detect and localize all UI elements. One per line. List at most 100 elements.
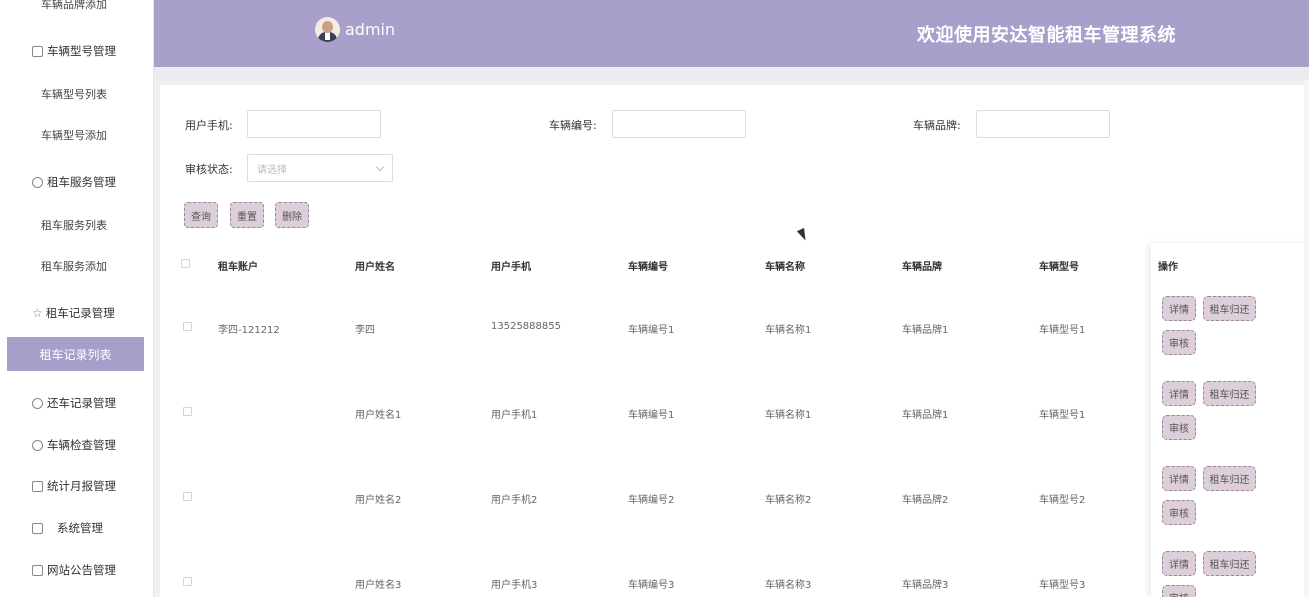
table-cell: 用户姓名2 <box>355 495 402 506</box>
return-button[interactable]: 租车归还 <box>1203 381 1256 406</box>
brand-input[interactable] <box>976 110 1110 138</box>
sidebar-group-label: 网站公告管理 <box>47 563 116 577</box>
row-checkbox[interactable] <box>183 407 192 416</box>
sidebar-group-label: 统计月报管理 <box>47 479 116 493</box>
table-cell: 车辆名称2 <box>765 495 812 506</box>
sidebar-group-notice[interactable]: 网站公告管理 <box>0 562 148 578</box>
status-label: 审核状态: <box>185 163 233 176</box>
status-select[interactable]: 请选择 <box>247 154 393 182</box>
sidebar-group-record[interactable]: ☆ 租车记录管理 <box>0 305 148 321</box>
car-no-input[interactable] <box>612 110 746 138</box>
sidebar: 车辆品牌添加 车辆型号管理 车辆型号列表 车辆型号添加 租车服务管理 租车服务列… <box>0 0 154 597</box>
audit-button[interactable]: 审核 <box>1162 585 1196 597</box>
table-cell: 车辆编号1 <box>628 410 675 421</box>
table-cell: 13525888855 <box>491 321 561 332</box>
audit-button[interactable]: 审核 <box>1162 415 1196 440</box>
table-cell: 车辆型号2 <box>1039 495 1086 506</box>
sidebar-group-inspect[interactable]: 车辆检查管理 <box>0 437 148 453</box>
select-all-checkbox[interactable] <box>181 259 190 268</box>
page-title: 欢迎使用安达智能租车管理系统 <box>917 25 1176 46</box>
col-header-brand: 车辆品牌 <box>902 262 942 273</box>
status-placeholder: 请选择 <box>257 164 287 176</box>
detail-button[interactable]: 详情 <box>1162 296 1196 321</box>
top-header: admin 欢迎使用安达智能租车管理系统 <box>154 0 1309 67</box>
sidebar-item-service-add[interactable]: 租车服务添加 <box>0 258 148 274</box>
calendar-check-icon <box>32 480 43 492</box>
table-cell: 车辆名称1 <box>765 410 812 421</box>
table-cell: 车辆型号3 <box>1039 580 1086 591</box>
timer-icon <box>32 439 43 451</box>
sidebar-item-brand-add[interactable]: 车辆品牌添加 <box>0 0 148 12</box>
car-no-label: 车辆编号: <box>549 119 597 132</box>
col-header-model: 车辆型号 <box>1039 262 1079 273</box>
table-cell: 车辆型号1 <box>1039 325 1086 336</box>
table-cell: 用户手机1 <box>491 410 538 421</box>
reset-button[interactable]: 重置 <box>230 202 264 228</box>
detail-button[interactable]: 详情 <box>1162 466 1196 491</box>
return-button[interactable]: 租车归还 <box>1203 466 1256 491</box>
table-cell: 车辆编号3 <box>628 580 675 591</box>
sidebar-group-label: 租车记录管理 <box>45 306 115 320</box>
sidebar-group-model[interactable]: 车辆型号管理 <box>0 43 148 59</box>
sidebar-group-label: 车辆型号管理 <box>47 44 116 58</box>
col-header-car-no: 车辆编号 <box>628 262 668 273</box>
calendar-check-icon <box>32 564 43 576</box>
sidebar-group-service[interactable]: 租车服务管理 <box>0 174 148 190</box>
operation-column: 操作 详情 租车归还 审核 详情 租车归还 审核 详情 租车归还 审核 详情 租… <box>1151 243 1309 597</box>
scrollbar[interactable] <box>1304 80 1309 597</box>
sidebar-group-return[interactable]: 还车记录管理 <box>0 395 148 411</box>
detail-button[interactable]: 详情 <box>1162 551 1196 576</box>
return-button[interactable]: 租车归还 <box>1203 551 1256 576</box>
sidebar-item-service-list[interactable]: 租车服务列表 <box>0 217 148 233</box>
sidebar-group-report[interactable]: 统计月报管理 <box>0 478 148 494</box>
table-cell: 车辆品牌3 <box>902 580 949 591</box>
table-cell: 车辆品牌2 <box>902 495 949 506</box>
trash-icon <box>32 522 43 534</box>
main-panel: 用户手机: 车辆编号: 车辆品牌: 审核状态: 请选择 查询 重置 删除 租车账… <box>160 85 1309 597</box>
pie-icon <box>32 176 43 188</box>
compass-icon <box>32 397 43 409</box>
delete-button[interactable]: 删除 <box>275 202 309 228</box>
table-cell: 车辆名称1 <box>765 325 812 336</box>
phone-input[interactable] <box>247 110 381 138</box>
table-cell: 车辆品牌1 <box>902 325 949 336</box>
table-cell: 用户姓名3 <box>355 580 402 591</box>
username[interactable]: admin <box>345 20 395 39</box>
trash-icon <box>32 45 43 57</box>
table-cell: 用户姓名1 <box>355 410 402 421</box>
row-checkbox[interactable] <box>183 577 192 586</box>
sidebar-item-record-list[interactable]: 租车记录列表 <box>7 337 144 371</box>
table-cell: 车辆编号2 <box>628 495 675 506</box>
table-cell: 用户手机2 <box>491 495 538 506</box>
table-cell: 李四-121212 <box>218 325 280 336</box>
table-cell: 车辆品牌1 <box>902 410 949 421</box>
table-cell: 李四 <box>355 325 375 336</box>
sidebar-item-model-list[interactable]: 车辆型号列表 <box>0 86 148 102</box>
audit-button[interactable]: 审核 <box>1162 500 1196 525</box>
col-header-phone: 用户手机 <box>491 262 531 273</box>
col-header-actions: 操作 <box>1158 262 1178 273</box>
phone-label: 用户手机: <box>185 119 233 132</box>
row-checkbox[interactable] <box>183 492 192 501</box>
sidebar-group-label: 还车记录管理 <box>47 396 116 410</box>
sidebar-group-label: 租车服务管理 <box>47 175 116 189</box>
sidebar-item-model-add[interactable]: 车辆型号添加 <box>0 127 148 143</box>
chevron-down-icon <box>375 162 385 172</box>
header-divider <box>154 67 1309 79</box>
table-cell: 用户手机3 <box>491 580 538 591</box>
col-header-name: 用户姓名 <box>355 262 395 273</box>
detail-button[interactable]: 详情 <box>1162 381 1196 406</box>
sidebar-group-label: 系统管理 <box>57 521 103 535</box>
query-button[interactable]: 查询 <box>184 202 218 228</box>
sidebar-group-system[interactable]: 系统管理 <box>0 520 148 536</box>
brand-label: 车辆品牌: <box>913 119 961 132</box>
return-button[interactable]: 租车归还 <box>1203 296 1256 321</box>
table-cell: 车辆编号1 <box>628 325 675 336</box>
sidebar-group-label: 车辆检查管理 <box>47 438 116 452</box>
avatar[interactable] <box>315 17 340 42</box>
audit-button[interactable]: 审核 <box>1162 330 1196 355</box>
col-header-account: 租车账户 <box>218 262 258 273</box>
row-checkbox[interactable] <box>183 322 192 331</box>
star-icon: ☆ <box>32 306 43 320</box>
table-cell: 车辆型号1 <box>1039 410 1086 421</box>
